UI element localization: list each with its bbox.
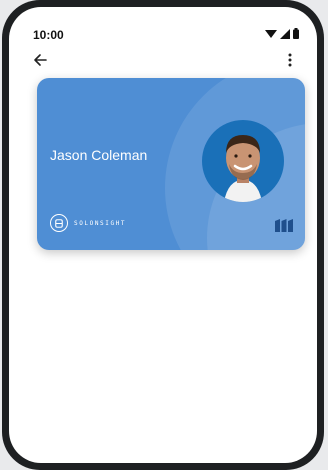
overflow-menu-button[interactable] (279, 49, 301, 71)
back-button[interactable] (29, 49, 51, 71)
brand-mark-icon (275, 219, 293, 232)
status-bar: 10:00 (9, 7, 317, 45)
arrow-left-icon (34, 54, 47, 66)
status-icons (265, 28, 299, 39)
phone-screen: 10:00 Jason Coleman SOLONSIGHT (9, 7, 317, 463)
status-time: 10:00 (33, 28, 64, 42)
avatar (202, 120, 284, 202)
battery-icon (293, 28, 299, 39)
company-logo: SOLONSIGHT (50, 214, 126, 232)
app-bar (9, 47, 317, 73)
id-card[interactable]: Jason Coleman SOLONSIGHT (37, 78, 305, 250)
phone-frame: 10:00 Jason Coleman SOLONSIGHT (2, 0, 324, 470)
avatar-photo (202, 120, 284, 202)
company-name: SOLONSIGHT (74, 219, 127, 227)
more-vertical-icon (288, 53, 292, 67)
wifi-icon (265, 29, 277, 38)
card-holder-name: Jason Coleman (50, 147, 148, 163)
signal-icon (280, 28, 290, 39)
logo-glyph-icon (55, 218, 63, 228)
company-logo-mark (50, 214, 68, 232)
